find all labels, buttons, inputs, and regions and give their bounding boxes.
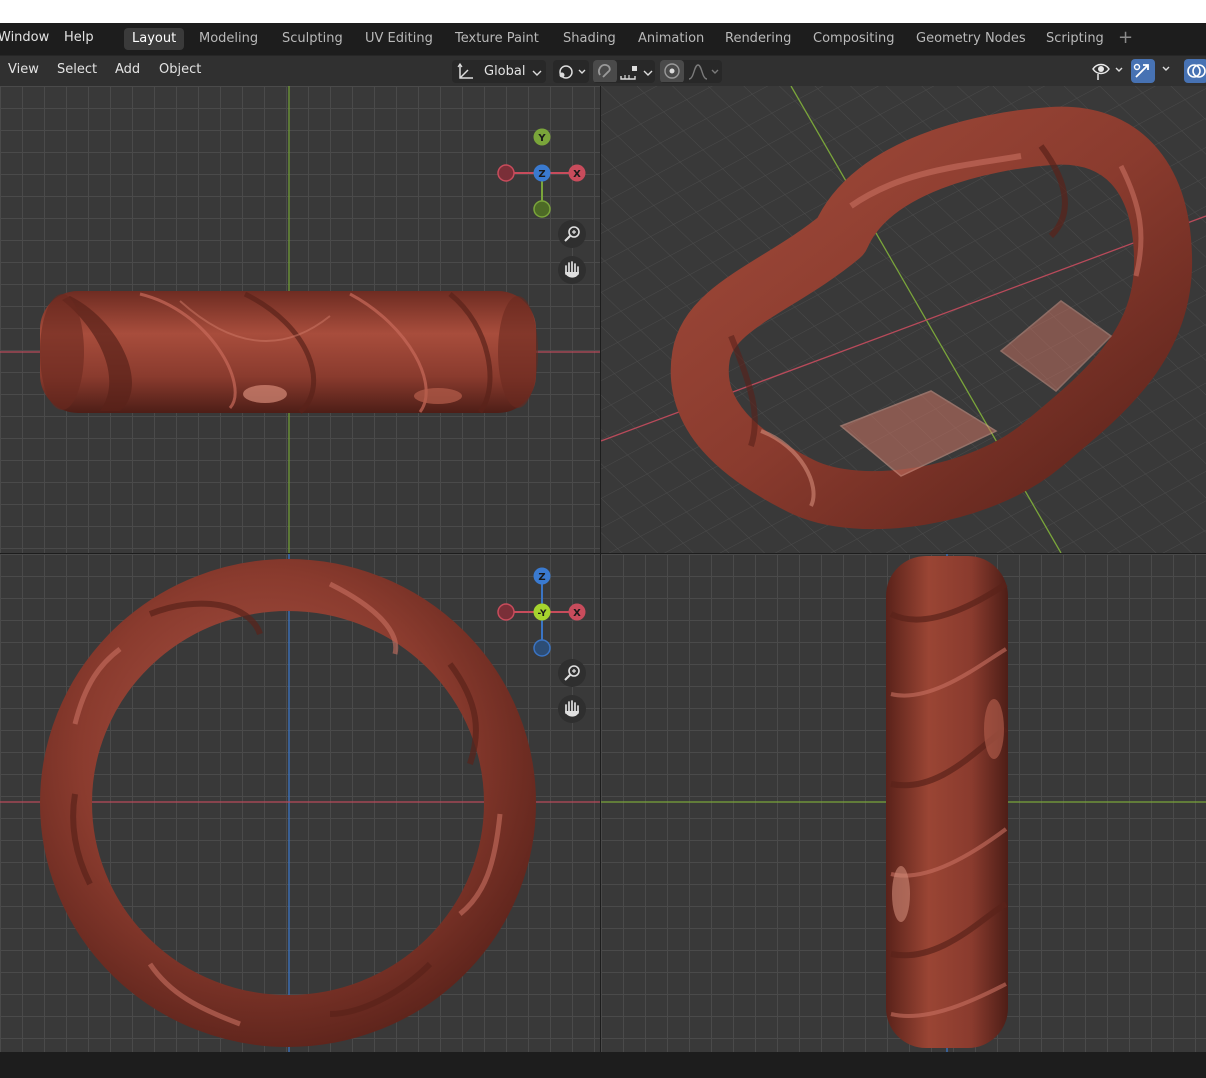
- tab-scripting[interactable]: Scripting: [1038, 28, 1112, 50]
- tab-rendering[interactable]: Rendering: [717, 28, 799, 50]
- viewport-top[interactable]: Y Z X: [0, 86, 600, 553]
- viewport-top-scene: Y Z X: [0, 86, 600, 553]
- ring-front-view[interactable]: [40, 559, 536, 1047]
- viewport-perspective-scene: [601, 86, 1206, 553]
- transform-orientation-dropdown[interactable]: Global: [452, 60, 546, 83]
- viewport-divider-vertical[interactable]: [600, 86, 601, 1052]
- pivot-icon: [559, 65, 586, 79]
- proportional-edit-icon: [660, 60, 684, 82]
- zoom-icon[interactable]: [558, 659, 586, 687]
- viewport-side[interactable]: [601, 554, 1206, 1052]
- overlay-toggle-icon[interactable]: [1184, 59, 1206, 83]
- menu-window[interactable]: Window: [0, 30, 49, 45]
- axis-gizmo-front[interactable]: Z -Y X: [497, 567, 586, 657]
- tab-modeling[interactable]: Modeling: [191, 28, 266, 50]
- axis-z-label: Z: [538, 572, 545, 583]
- orientation-value: Global: [484, 64, 526, 79]
- axis-neg-x-handle[interactable]: [497, 164, 515, 182]
- axis-neg-y-handle[interactable]: [533, 200, 551, 218]
- tab-uv-editing[interactable]: UV Editing: [357, 28, 441, 50]
- gizmo-toggle-icon[interactable]: [1131, 59, 1177, 83]
- menu-select[interactable]: Select: [57, 62, 97, 77]
- axis-gizmo-top[interactable]: Y Z X: [497, 128, 586, 218]
- plus-icon[interactable]: +: [1118, 27, 1133, 48]
- pan-hand-icon[interactable]: [558, 256, 586, 284]
- top-bar: Window Help Layout Modeling Sculpting UV…: [0, 23, 1206, 55]
- axis-z-label: Z: [538, 169, 545, 180]
- status-bar: [0, 1052, 1206, 1078]
- proportional-edit-group[interactable]: [660, 60, 722, 83]
- viewport-divider-horizontal[interactable]: [0, 553, 1206, 554]
- ring-top-view[interactable]: [40, 291, 538, 414]
- axis-y-label: Y: [537, 133, 546, 144]
- snap-group[interactable]: [593, 60, 655, 83]
- tab-sculpting[interactable]: Sculpting: [274, 28, 351, 50]
- visibility-eye-icon[interactable]: [1090, 60, 1128, 82]
- chevron-down-icon: [532, 70, 542, 76]
- ring-side-view[interactable]: [886, 556, 1008, 1048]
- tab-texture-paint[interactable]: Texture Paint: [447, 28, 547, 50]
- viewport-front[interactable]: Z -Y X: [0, 554, 600, 1052]
- snap-increment-icon: [620, 66, 637, 80]
- tab-geometry-nodes[interactable]: Geometry Nodes: [908, 28, 1034, 50]
- viewport-front-scene: Z -Y X: [0, 554, 600, 1052]
- falloff-curve-icon: [688, 64, 719, 80]
- tab-animation[interactable]: Animation: [630, 28, 712, 50]
- pan-hand-icon[interactable]: [558, 695, 586, 723]
- viewport-header: View Select Add Object Global: [0, 55, 1206, 87]
- menu-view[interactable]: View: [8, 62, 39, 77]
- viewport-perspective[interactable]: [601, 86, 1206, 553]
- axis-x-label: X: [573, 608, 581, 619]
- zoom-icon[interactable]: [558, 220, 586, 248]
- tab-shading[interactable]: Shading: [555, 28, 624, 50]
- menu-object[interactable]: Object: [159, 62, 201, 77]
- tab-compositing[interactable]: Compositing: [805, 28, 903, 50]
- axis-neg-y-label: -Y: [538, 609, 547, 619]
- axis-x-label: X: [573, 169, 581, 180]
- tab-layout[interactable]: Layout: [124, 28, 185, 50]
- axis-neg-x-handle[interactable]: [497, 603, 515, 621]
- menu-help[interactable]: Help: [64, 30, 94, 45]
- snap-icon: [593, 60, 617, 82]
- menu-add[interactable]: Add: [115, 62, 140, 77]
- transform-orientation-icon: [457, 62, 473, 79]
- chevron-down-icon: [643, 70, 653, 76]
- axis-neg-z-handle[interactable]: [533, 639, 551, 657]
- pivot-dropdown[interactable]: [553, 60, 589, 83]
- viewport-side-scene: [601, 554, 1206, 1052]
